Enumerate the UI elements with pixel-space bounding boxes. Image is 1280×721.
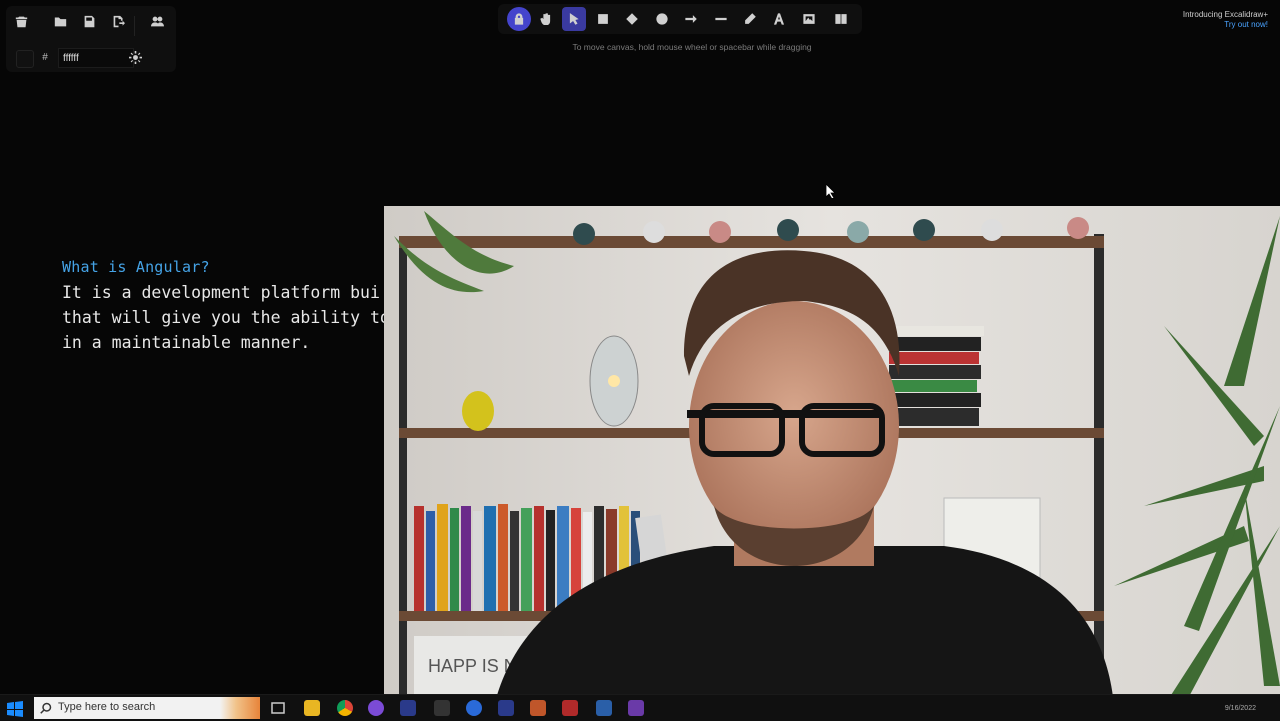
promo-title: Introducing Excalidraw+ (1182, 10, 1268, 19)
canvas-hint: To move canvas, hold mouse wheel or spac… (572, 42, 812, 52)
trash-icon[interactable] (8, 9, 34, 33)
rectangle-tool-button[interactable] (591, 7, 615, 31)
hand-tool-button[interactable] (534, 7, 558, 31)
search-highlight-art (220, 697, 260, 719)
library-tool-button[interactable] (829, 7, 853, 31)
search-placeholder: Type here to search (58, 701, 156, 713)
promo-banner[interactable]: Introducing Excalidraw+ Try out now! (1183, 10, 1268, 30)
app-icon[interactable] (466, 700, 482, 716)
app-icon[interactable] (596, 700, 612, 716)
windows-taskbar: Type here to search 9/16/2022 (0, 694, 1280, 721)
line-tool-button[interactable] (709, 7, 733, 31)
file-explorer-icon[interactable] (304, 700, 320, 716)
main-menu-panel: # (6, 6, 176, 72)
image-tool-button[interactable] (797, 7, 821, 31)
canvas-text-line: in a maintainable manner. (62, 333, 311, 352)
chrome-icon[interactable] (337, 700, 353, 716)
background-color-swatch[interactable] (16, 50, 34, 68)
save-icon[interactable] (76, 9, 102, 33)
shapes-toolbar (498, 4, 862, 34)
taskbar-search-box[interactable]: Type here to search (34, 697, 260, 719)
app-icon[interactable] (628, 700, 644, 716)
canvas-text-line: It is a development platform bui (62, 283, 380, 302)
hash-label: # (42, 52, 48, 63)
mouse-cursor-icon (826, 184, 836, 198)
viber-icon[interactable] (368, 700, 384, 716)
canvas-text-line: that will give you the ability to (62, 308, 384, 327)
ellipse-tool-button[interactable] (650, 7, 674, 31)
poster-text: HAPP IS N (428, 656, 517, 676)
canvas-heading: What is Angular? (62, 258, 210, 276)
app-icon[interactable] (530, 700, 546, 716)
promo-link[interactable]: Try out now! (1183, 20, 1268, 30)
settings-icon[interactable] (122, 45, 148, 69)
app-icon[interactable] (562, 700, 578, 716)
webcam-video-overlay: HAPP IS N (384, 206, 1280, 706)
app-icon[interactable] (498, 700, 514, 716)
open-folder-icon[interactable] (47, 9, 73, 33)
arrow-tool-button[interactable] (679, 7, 703, 31)
text-tool-button[interactable] (767, 7, 791, 31)
lock-tool-button[interactable] (507, 7, 531, 31)
draw-tool-button[interactable] (738, 7, 762, 31)
app-icon[interactable] (434, 700, 450, 716)
search-icon (40, 702, 52, 714)
diamond-tool-button[interactable] (620, 7, 644, 31)
collaborate-icon[interactable] (144, 9, 170, 33)
selection-tool-button[interactable] (562, 7, 586, 31)
taskbar-date[interactable]: 9/16/2022 (1225, 705, 1256, 712)
task-view-icon[interactable] (270, 700, 286, 716)
export-icon[interactable] (105, 9, 131, 33)
app-icon[interactable] (400, 700, 416, 716)
windows-start-icon[interactable] (7, 701, 23, 717)
canvas-text-element[interactable]: What is Angular? It is a development pla… (62, 258, 384, 355)
